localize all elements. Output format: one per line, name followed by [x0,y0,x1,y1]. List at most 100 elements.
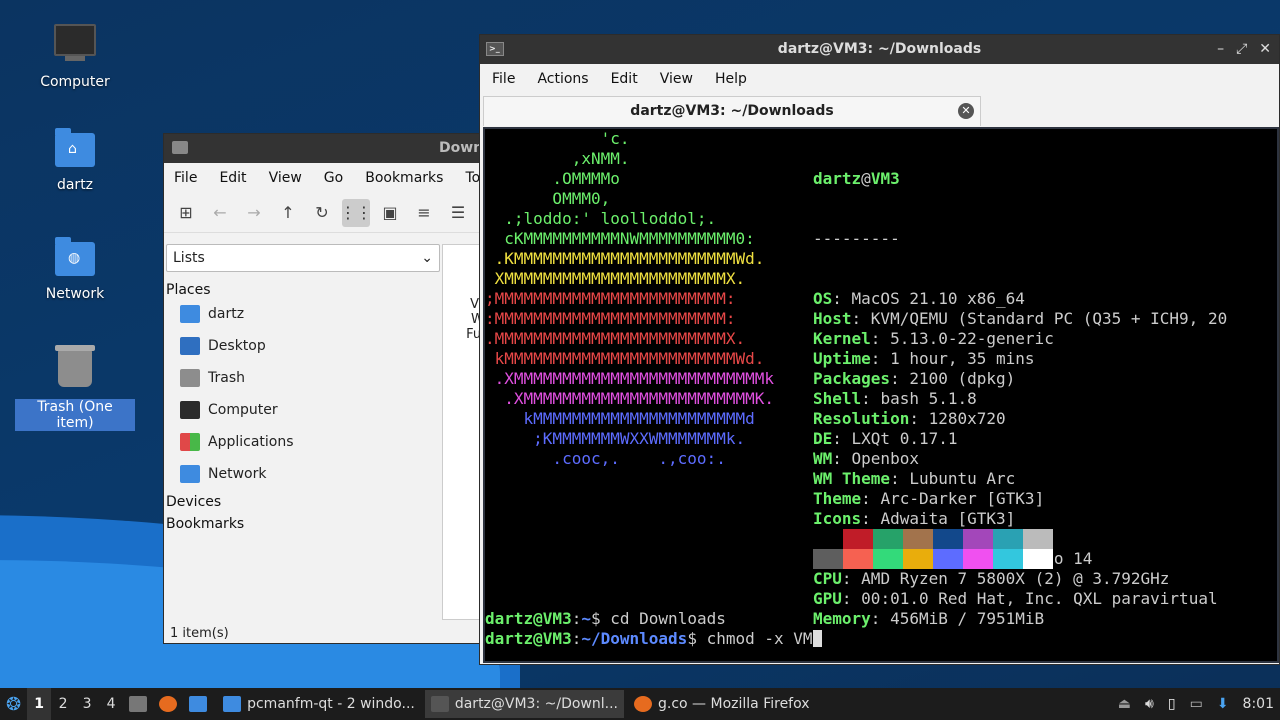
minimize-icon[interactable]: – [1217,35,1224,64]
volume-icon[interactable]: 🔊︎ [1145,696,1154,712]
menu-view[interactable]: View [660,71,693,87]
color-swatch [993,549,1023,569]
place-label: Applications [208,434,294,450]
firefox-launcher[interactable] [153,688,183,720]
desktop-switch-3[interactable]: 3 [75,688,99,720]
folder-icon [172,141,188,154]
main-menu-button[interactable]: ❂ [0,688,27,720]
desktop-icon-computer[interactable]: Computer [15,18,135,90]
menu-help[interactable]: Help [715,71,747,87]
folder-icon [223,696,242,712]
lubuntu-logo-icon: ❂ [6,693,22,715]
desktop-switch-4[interactable]: 4 [99,688,123,720]
menu-go[interactable]: Go [324,170,343,186]
home-folder-icon [180,305,200,323]
neofetch-info-row: WM: Openbox [813,449,919,468]
neofetch-info-row: Host: KVM/QEMU (Standard PC (Q35 + ICH9,… [813,309,1228,328]
back-icon[interactable]: ← [206,199,234,227]
clipboard-icon[interactable]: ▯ [1168,696,1176,712]
devices-header[interactable]: Devices [166,494,440,510]
neofetch-info-row: DE: LXQt 0.17.1 [813,429,958,448]
menu-file[interactable]: File [174,170,197,186]
neofetch-logo-line: ;MMMMMMMMMMMMMMMMMMMMMMMM: [485,289,736,308]
terminal-app-icon: >_ [486,42,504,56]
place-item-trash[interactable]: Trash [166,362,440,394]
neofetch-user: dartz [813,169,862,188]
info-key: Resolution [813,409,910,428]
terminal-tab[interactable]: dartz@VM3: ~/Downloads ✕ [483,96,981,126]
place-item-network[interactable]: Network [166,458,440,490]
neofetch-info-row: Kernel: 5.13.0-22-generic [813,329,1054,348]
desktop-icon-trash[interactable]: Trash (One item) [15,345,135,431]
terminal-window[interactable]: >_ dartz@VM3: ~/Downloads – ⤢ ✕ File Act… [479,34,1280,665]
close-tab-icon[interactable]: ✕ [958,103,974,119]
firefox-icon [159,696,178,712]
info-value: AMD Ryzen 7 5800X (2) @ 3.792GHz [861,569,1170,588]
menu-bookmarks[interactable]: Bookmarks [365,170,443,186]
task-terminal[interactable]: dartz@VM3: ~/Downl... [424,690,624,718]
neofetch-logo-line: XMMMMMMMMMMMMMMMMMMMMMMMX. [485,269,746,288]
color-swatch [843,549,873,569]
neofetch-info-row: Uptime: 1 hour, 35 mins [813,349,1035,368]
file-manager-window[interactable]: Downl File Edit View Go Bookmarks Too ⊞ … [163,133,494,644]
reload-icon[interactable]: ↻ [308,199,336,227]
menu-view[interactable]: View [269,170,302,186]
menu-actions[interactable]: Actions [537,71,588,87]
close-icon[interactable]: ✕ [1259,35,1271,64]
info-value: 00:01.0 Red Hat, Inc. QXL paravirtual [861,589,1218,608]
desktop-icon-network[interactable]: ◍ Network [15,236,135,302]
neofetch-logo-line: .;loddo:' loolloddol;. [485,209,717,228]
desktop-icon-label: Computer [40,74,110,90]
prompt-user: dartz@VM3 [485,629,572,648]
place-item-computer[interactable]: Computer [166,394,440,426]
terminal-titlebar[interactable]: >_ dartz@VM3: ~/Downloads – ⤢ ✕ [480,35,1279,64]
side-pane-mode-select[interactable]: Lists ⌄ [166,244,440,272]
neofetch-logo-line: .MMMMMMMMMMMMMMMMMMMMMMMMX. [485,329,746,348]
prompt-command: chmod -x VM [696,629,813,648]
new-tab-icon[interactable]: ⊞ [172,199,200,227]
color-swatch [963,529,993,549]
info-value: KVM/QEMU (Standard PC (Q35 + ICH9, 20 [870,309,1228,328]
desktop-switch-2[interactable]: 2 [51,688,75,720]
text-cursor [812,630,822,647]
icon-view-icon[interactable]: ⋮⋮ [340,198,372,227]
clock[interactable]: 8:01 [1243,696,1274,712]
taskbar: ❂ 1 2 3 4 pcmanfm-qt - 2 windo... dartz@… [0,688,1280,720]
eject-icon[interactable]: ⏏ [1118,696,1131,712]
file-manager-launcher[interactable] [183,688,213,720]
shell-prompt-line: dartz@VM3:~/Downloads$ chmod -x VM [485,629,822,649]
neofetch-logo-line: .KMMMMMMMMMMMMMMMMMMMMMMMWd. [485,249,765,268]
network-status-icon[interactable]: ▭ [1190,696,1203,712]
menu-edit[interactable]: Edit [219,170,246,186]
place-item-dartz[interactable]: dartz [166,298,440,330]
forward-icon[interactable]: → [240,199,268,227]
menu-edit[interactable]: Edit [611,71,638,87]
show-desktop-button[interactable] [123,688,153,720]
place-label: dartz [208,306,245,322]
terminal-output[interactable]: dartz@VM3 --------- OS: MacOS 21.10 x86_… [483,127,1279,663]
thumbnail-view-icon[interactable]: ▣ [376,199,404,227]
task-firefox[interactable]: g.co — Mozilla Firefox [628,690,816,718]
neofetch-logo-line: .OMMMMo [485,169,620,188]
place-item-desktop[interactable]: Desktop [166,330,440,362]
task-file-manager[interactable]: pcmanfm-qt - 2 windo... [217,690,421,718]
info-value: MacOS 21.10 x86_64 [851,289,1025,308]
color-swatch [1023,549,1053,569]
compact-view-icon[interactable]: ≡ [410,199,438,227]
up-icon[interactable]: ↑ [274,199,302,227]
computer-icon [180,401,200,419]
desktop-switch-1[interactable]: 1 [27,688,52,720]
file-manager-titlebar[interactable]: Downl [164,134,492,163]
menu-file[interactable]: File [492,71,515,87]
bookmarks-header[interactable]: Bookmarks [166,516,440,532]
maximize-icon[interactable]: ⤢ [1236,35,1247,64]
update-notifier-icon[interactable]: ⬇ [1217,696,1229,712]
network-folder-icon [180,465,200,483]
neofetch-logo-line: ,xNMM. [485,149,630,168]
neofetch-logo-line: ;KMMMMMMMWXXWMMMMMMMk. [485,429,746,448]
desktop-icon-home[interactable]: ⌂ dartz [15,127,135,193]
info-key: Packages [813,369,891,388]
info-value: 1 hour, 35 mins [890,349,1035,368]
detail-view-icon[interactable]: ☰ [444,199,472,227]
place-item-applications[interactable]: Applications [166,426,440,458]
